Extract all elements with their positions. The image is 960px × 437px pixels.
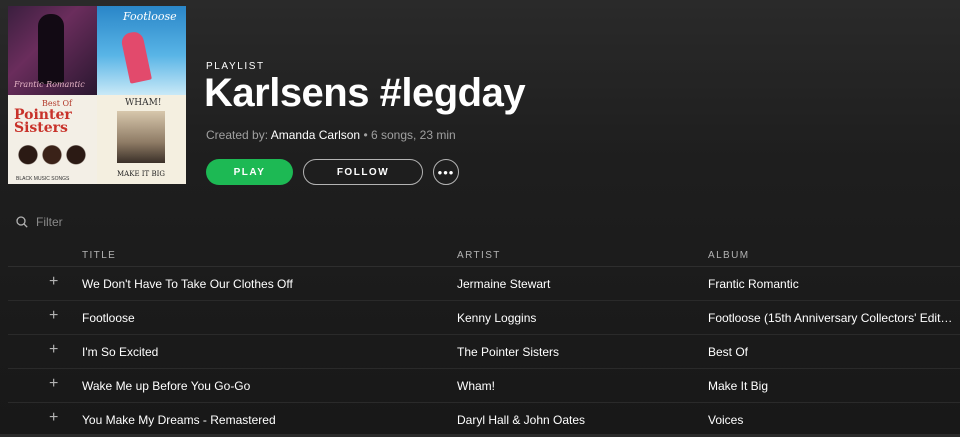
cover-tile4-band: WHAM! bbox=[125, 98, 162, 108]
track-artist[interactable]: Jermaine Stewart bbox=[457, 277, 550, 291]
track-title: We Don't Have To Take Our Clothes Off bbox=[82, 277, 293, 291]
created-by-label: Created by: bbox=[206, 128, 269, 142]
track-row[interactable]: + Wake Me up Before You Go-Go Wham! Make… bbox=[8, 369, 960, 403]
track-artist[interactable]: Wham! bbox=[457, 379, 495, 393]
track-artist[interactable]: The Pointer Sisters bbox=[457, 345, 559, 359]
track-title: I'm So Excited bbox=[82, 345, 159, 359]
plus-icon[interactable]: + bbox=[49, 342, 58, 358]
cover-tile3-foot: BLACK MUSIC SONGS bbox=[16, 176, 70, 182]
cover-tile4-album: MAKE IT BIG bbox=[117, 170, 165, 178]
playlist-cover: Frantic Romantic Footloose Best Of Point… bbox=[8, 6, 186, 184]
track-album[interactable]: Make It Big bbox=[708, 379, 953, 393]
track-album[interactable]: Frantic Romantic bbox=[708, 277, 953, 291]
filter-input[interactable] bbox=[36, 213, 156, 231]
cover-tile-frantic-romantic: Frantic Romantic bbox=[8, 6, 97, 95]
track-row[interactable]: + I'm So Excited The Pointer Sisters Bes… bbox=[8, 335, 960, 369]
filter-box bbox=[16, 213, 156, 231]
track-title: Footloose bbox=[82, 311, 135, 325]
track-album[interactable]: Voices bbox=[708, 413, 953, 427]
column-header-title[interactable]: TITLE bbox=[82, 250, 116, 261]
cover-figure bbox=[117, 111, 165, 163]
cover-figure bbox=[120, 30, 152, 84]
track-artist[interactable]: Daryl Hall & John Oates bbox=[457, 413, 585, 427]
plus-icon[interactable]: + bbox=[49, 274, 58, 290]
plus-icon[interactable]: + bbox=[49, 376, 58, 392]
playlist-meta: Created by: Amanda Carlson • 6 songs, 23… bbox=[206, 128, 456, 142]
cover-tile-wham: WHAM! MAKE IT BIG bbox=[97, 95, 186, 184]
play-button[interactable]: PLAY bbox=[206, 159, 293, 185]
cover-figure bbox=[12, 142, 92, 174]
cover-tile3-name: Pointer Sisters bbox=[14, 107, 72, 136]
more-icon: ••• bbox=[437, 164, 455, 180]
column-header-artist[interactable]: ARTIST bbox=[457, 250, 501, 261]
track-row[interactable]: + We Don't Have To Take Our Clothes Off … bbox=[8, 267, 960, 301]
page-title: Karlsens #legday bbox=[204, 71, 526, 115]
track-row[interactable]: + Footloose Kenny Loggins Footloose (15t… bbox=[8, 301, 960, 335]
track-title: Wake Me up Before You Go-Go bbox=[82, 379, 251, 393]
track-title: You Make My Dreams - Remastered bbox=[82, 413, 276, 427]
more-options-button[interactable]: ••• bbox=[433, 159, 459, 185]
plus-icon[interactable]: + bbox=[49, 410, 58, 426]
search-icon bbox=[16, 216, 28, 228]
track-row[interactable]: + You Make My Dreams - Remastered Daryl … bbox=[8, 403, 960, 437]
tracklist-header: TITLE ARTIST ALBUM bbox=[8, 248, 960, 267]
column-header-album[interactable]: ALBUM bbox=[708, 250, 749, 261]
cover-tile2-text: Footloose bbox=[123, 10, 177, 23]
playlist-summary: • 6 songs, 23 min bbox=[360, 128, 456, 142]
track-album[interactable]: Best Of bbox=[708, 345, 953, 359]
follow-button[interactable]: FOLLOW bbox=[303, 159, 423, 185]
cover-tile1-text: Frantic Romantic bbox=[14, 80, 85, 89]
cover-tile-pointer-sisters: Best Of Pointer Sisters BLACK MUSIC SONG… bbox=[8, 95, 97, 184]
track-artist[interactable]: Kenny Loggins bbox=[457, 311, 536, 325]
plus-icon[interactable]: + bbox=[49, 308, 58, 324]
cover-figure bbox=[38, 14, 64, 84]
tracklist: + We Don't Have To Take Our Clothes Off … bbox=[8, 267, 960, 437]
cover-tile-footloose: Footloose bbox=[97, 6, 186, 95]
owner-link[interactable]: Amanda Carlson bbox=[271, 128, 360, 142]
track-album[interactable]: Footloose (15th Anniversary Collectors' … bbox=[708, 311, 953, 325]
